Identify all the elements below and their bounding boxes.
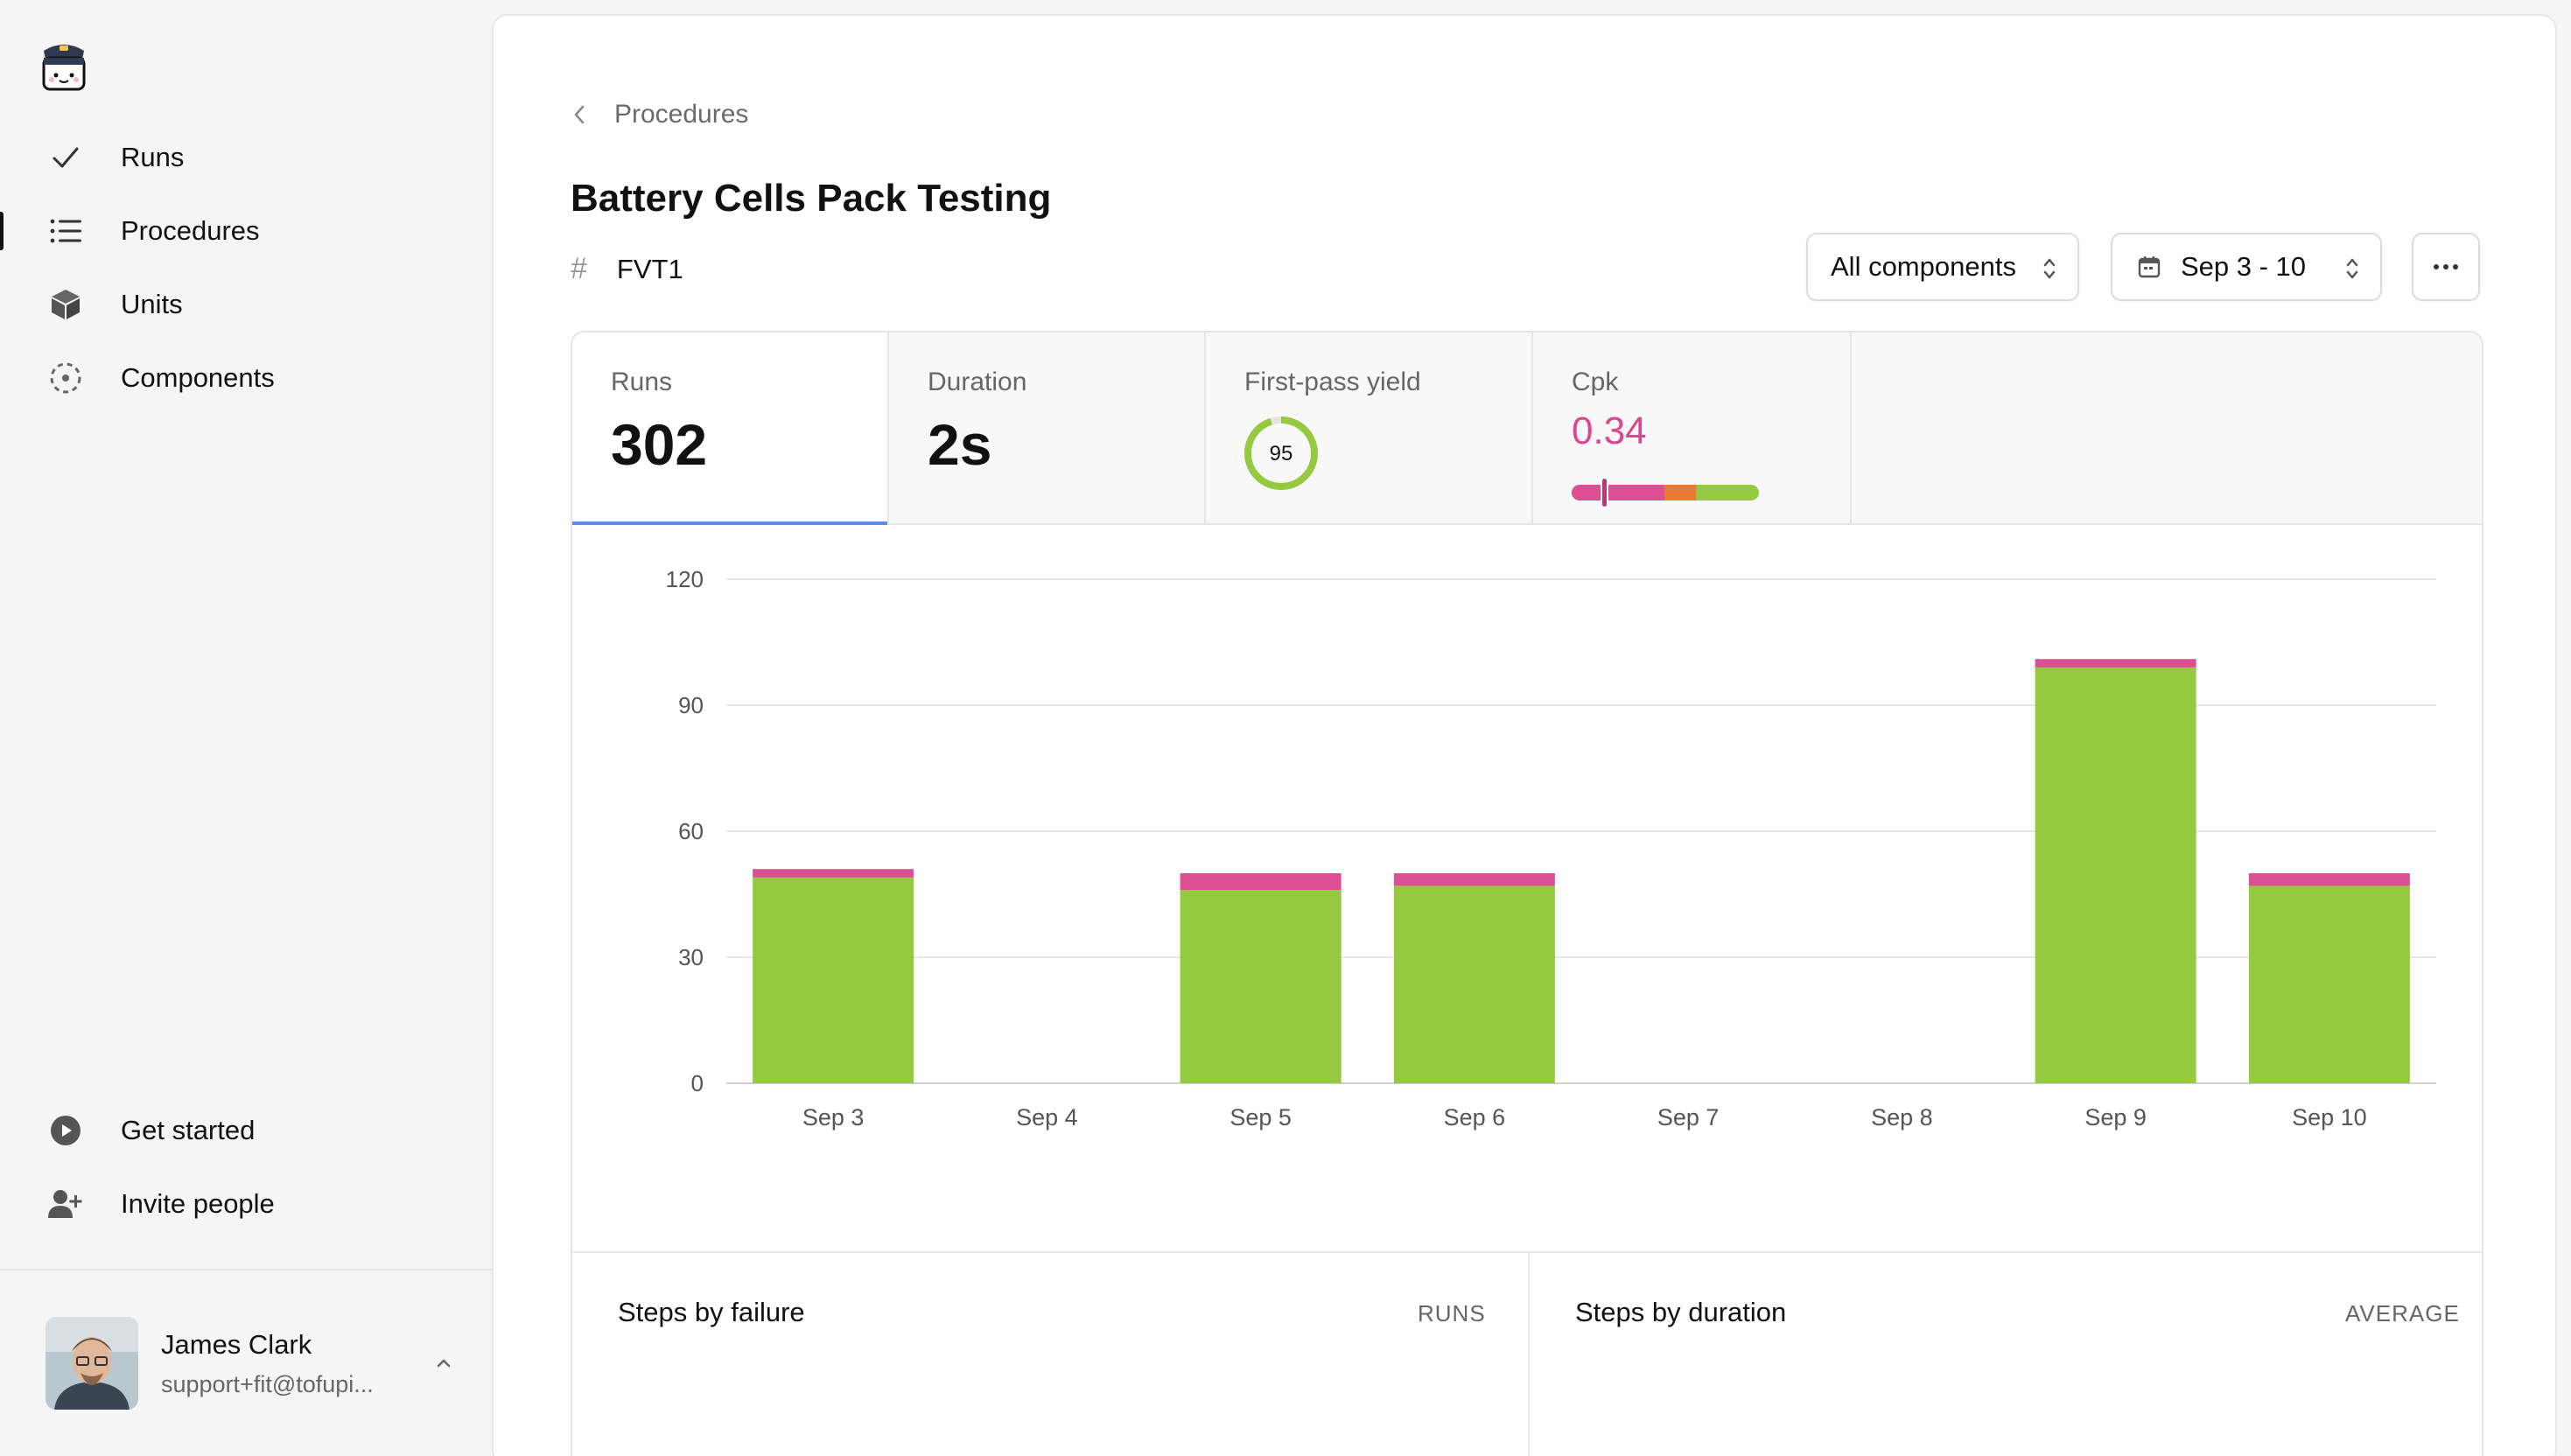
bar-fail-segment[interactable] — [2248, 873, 2410, 886]
sidebar-item-label: Procedures — [121, 215, 260, 246]
sidebar-item-label: Units — [121, 289, 183, 319]
yield-ring: 95 — [1243, 415, 1320, 496]
runs-label: Runs — [611, 368, 673, 396]
stats-tabs: Runs 302 Duration 2s First-pass yield 95 — [572, 332, 2482, 525]
yield-value: 95 — [1270, 442, 1293, 466]
app-logo-icon[interactable] — [39, 38, 89, 93]
x-tick-label: Sep 3 — [802, 1104, 865, 1130]
steps-by-failure-meta: RUNS — [1418, 1300, 1486, 1326]
bar-fail-segment[interactable] — [2035, 659, 2196, 668]
invite-people-link[interactable]: Invite people — [47, 1178, 275, 1230]
x-tick-label: Sep 5 — [1229, 1104, 1292, 1130]
bar-pass-segment[interactable] — [2248, 886, 2410, 1083]
sidebar-item-units[interactable]: Units — [47, 278, 183, 331]
list-icon — [47, 213, 84, 249]
ellipsis-icon — [2433, 263, 2459, 270]
sidebar-item-label: Components — [121, 362, 275, 393]
cpk-marker — [1601, 477, 1608, 508]
y-tick-label: 0 — [691, 1070, 704, 1096]
chevron-left-icon — [574, 105, 585, 124]
x-tick-label: Sep 9 — [2084, 1104, 2147, 1130]
y-tick-label: 30 — [678, 944, 704, 970]
metrics-card: Runs 302 Duration 2s First-pass yield 95 — [571, 331, 2483, 1456]
user-plus-icon — [47, 1186, 84, 1222]
steps-by-failure-title: Steps by failure — [618, 1297, 805, 1327]
bar-fail-segment[interactable] — [1180, 873, 1342, 891]
duration-value: 2s — [928, 412, 992, 477]
runs-value: 302 — [611, 412, 708, 477]
avatar — [46, 1317, 138, 1410]
main-panel: Procedures Battery Cells Pack Testing # … — [492, 14, 2557, 1456]
tab-runs[interactable]: Runs 302 — [572, 332, 889, 525]
date-range-value: Sep 3 - 10 — [2181, 251, 2307, 282]
get-started-link[interactable]: Get started — [47, 1104, 255, 1157]
bar-pass-segment[interactable] — [1180, 890, 1342, 1083]
x-tick-label: Sep 7 — [1657, 1104, 1720, 1130]
tab-first-pass-yield[interactable]: First-pass yield 95 — [1206, 332, 1533, 523]
bar-pass-segment[interactable] — [753, 877, 914, 1083]
bar-fail-segment[interactable] — [753, 869, 914, 878]
y-tick-label: 120 — [666, 566, 704, 592]
procedure-id: # FVT1 — [571, 252, 683, 286]
x-tick-label: Sep 8 — [1871, 1104, 1933, 1130]
column-divider — [1528, 1253, 1530, 1456]
components-filter-select[interactable]: All components — [1806, 233, 2079, 301]
hash-icon: # — [571, 252, 587, 285]
cube-icon — [47, 286, 84, 323]
sidebar-item-components[interactable]: Components — [47, 352, 275, 404]
cpk-label: Cpk — [1572, 368, 1619, 396]
calendar-icon — [2137, 255, 2161, 279]
sidebar-item-label: Runs — [121, 142, 185, 172]
page-title: Battery Cells Pack Testing — [571, 177, 1052, 220]
cpk-value: 0.34 — [1572, 410, 1647, 452]
x-tick-label: Sep 6 — [1444, 1104, 1506, 1130]
sidebar-item-procedures[interactable]: Procedures — [47, 205, 260, 257]
get-started-label: Get started — [121, 1115, 256, 1145]
date-range-select[interactable]: Sep 3 - 10 — [2111, 233, 2382, 301]
breadcrumb-label: Procedures — [614, 100, 749, 129]
sort-arrows-icon — [2343, 256, 2361, 289]
tab-duration[interactable]: Duration 2s — [889, 332, 1206, 523]
steps-by-duration-title: Steps by duration — [1575, 1297, 1787, 1327]
active-nav-indicator — [0, 212, 4, 250]
chevron-up-icon — [431, 1350, 457, 1376]
check-icon — [47, 139, 84, 176]
sidebar-divider — [0, 1269, 492, 1270]
components-filter-value: All components — [1831, 251, 2016, 282]
tab-cpk[interactable]: Cpk 0.34 — [1533, 332, 1852, 523]
user-name: James Clark — [161, 1328, 312, 1360]
breadcrumb[interactable]: Procedures — [571, 100, 748, 130]
cpk-gauge — [1572, 476, 1759, 515]
user-email: support+fit@tofupi... — [161, 1370, 374, 1397]
sidebar: Runs Procedures Units Components Get sta… — [0, 0, 492, 1456]
play-circle-icon — [47, 1112, 84, 1149]
procedure-id-value: FVT1 — [616, 253, 683, 284]
bar-pass-segment[interactable] — [1393, 886, 1555, 1083]
x-tick-label: Sep 10 — [2292, 1104, 2367, 1130]
bar-pass-segment[interactable] — [2035, 667, 2196, 1083]
x-tick-label: Sep 4 — [1016, 1104, 1078, 1130]
sort-arrows-icon — [2041, 256, 2058, 289]
y-tick-label: 60 — [678, 818, 704, 844]
user-menu[interactable]: James Clark support+fit@tofupi... — [46, 1316, 457, 1410]
more-options-button[interactable] — [2412, 233, 2480, 301]
runs-bar-chart: 0 30 60 90 120 Sep 3 Sep 4 Sep 5 Sep 6 Sep 7 Sep 8… — [666, 566, 2436, 1130]
sidebar-item-runs[interactable]: Runs — [47, 131, 184, 184]
y-tick-label: 90 — [678, 692, 704, 718]
bar-fail-segment[interactable] — [1393, 873, 1555, 886]
duration-label: Duration — [928, 368, 1027, 396]
yield-label: First-pass yield — [1244, 368, 1421, 396]
components-icon — [47, 360, 84, 396]
steps-by-duration-meta: AVERAGE — [2345, 1300, 2460, 1326]
invite-people-label: Invite people — [121, 1188, 275, 1219]
user-info: James Clark support+fit@tofupi... — [161, 1329, 431, 1398]
